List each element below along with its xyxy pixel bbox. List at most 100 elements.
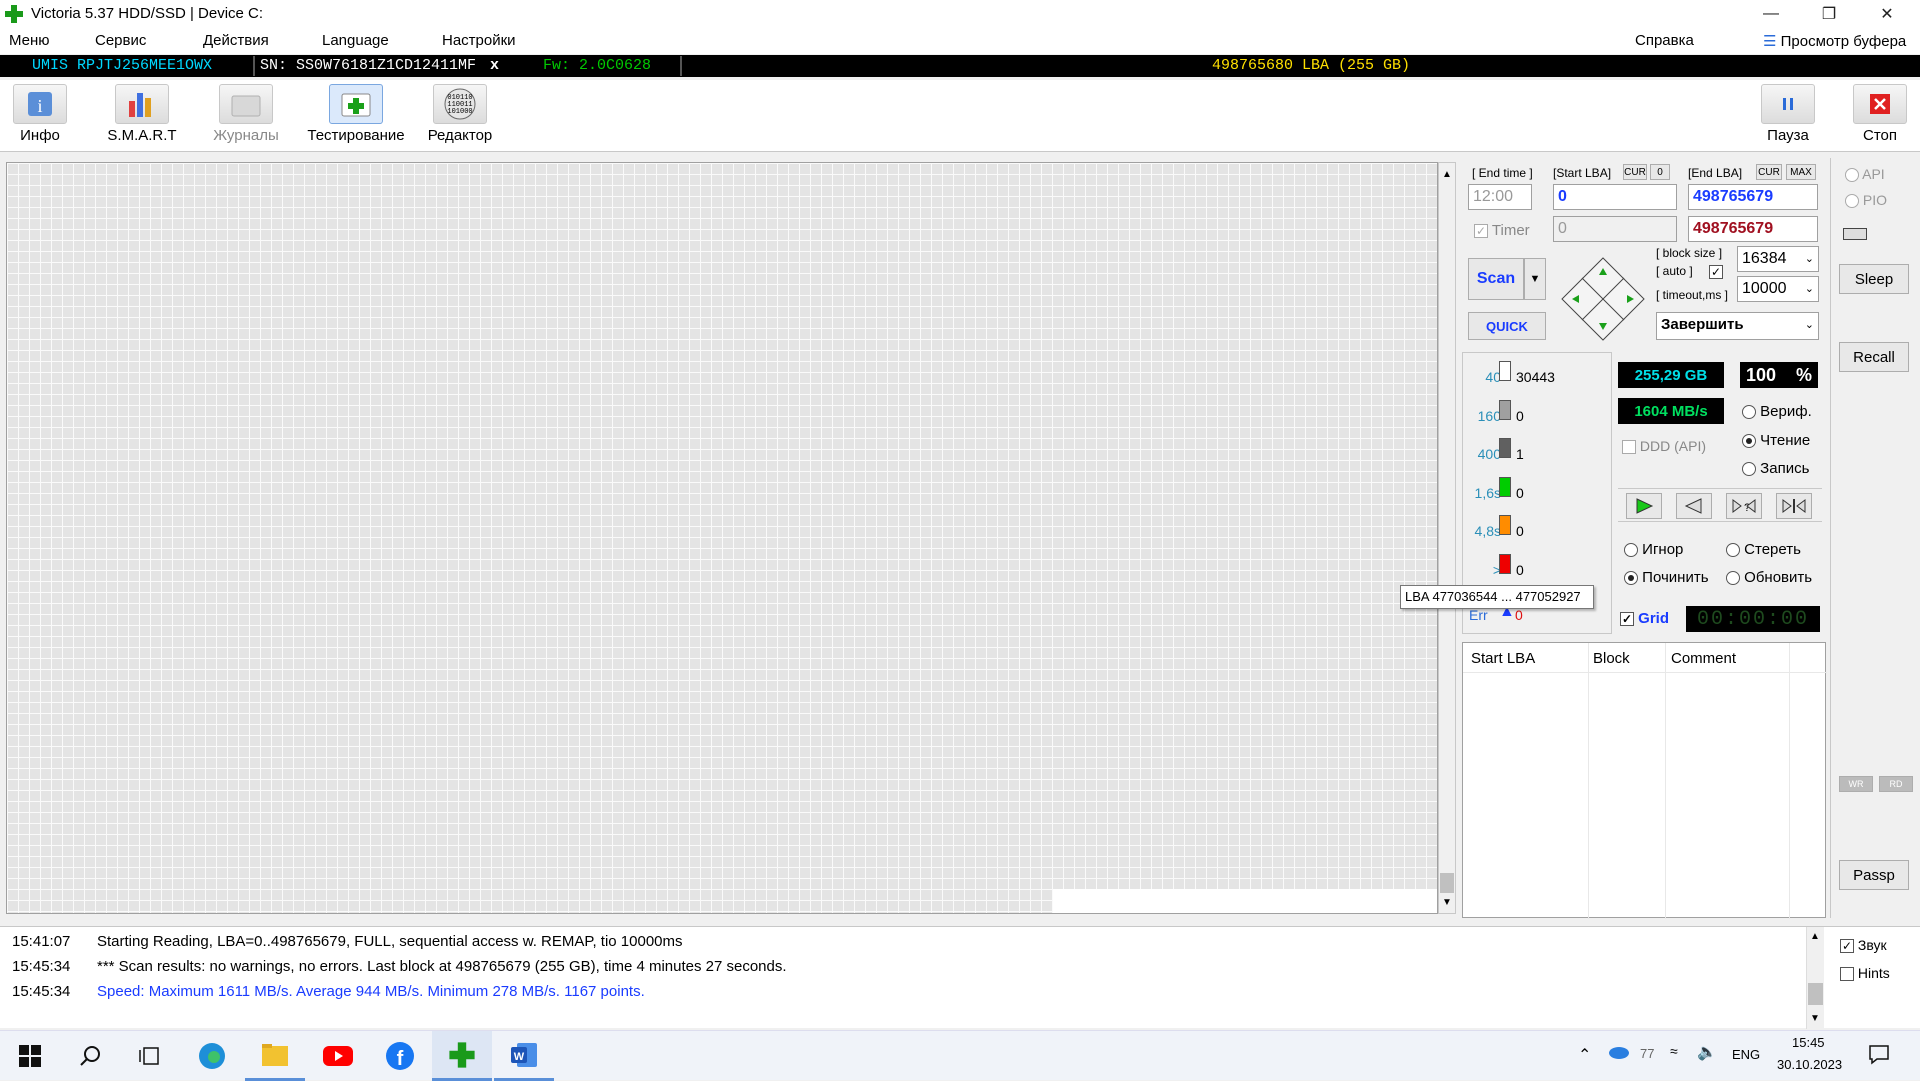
end-lba-cur-button[interactable]: CUR bbox=[1756, 164, 1782, 180]
minimize-button[interactable]: — bbox=[1742, 0, 1800, 28]
info-icon: i bbox=[13, 84, 67, 124]
smart-chart-icon bbox=[115, 84, 169, 124]
col-comment[interactable]: Comment bbox=[1671, 650, 1736, 667]
medical-kit-icon bbox=[329, 84, 383, 124]
tool-journals-button[interactable]: Журналы bbox=[198, 84, 294, 150]
end-lba-max-button[interactable]: MAX bbox=[1786, 164, 1816, 180]
auto-block-checkbox[interactable]: ✓ bbox=[1709, 265, 1723, 279]
volume-icon[interactable]: 🔈 bbox=[1697, 1042, 1717, 1062]
ddd-api-checkbox[interactable]: DDD (API) bbox=[1622, 438, 1706, 455]
scan-grid[interactable] bbox=[6, 162, 1438, 914]
device-close-button[interactable]: x bbox=[490, 57, 499, 74]
latency-count: 0 bbox=[1516, 561, 1524, 578]
edge-button[interactable] bbox=[182, 1031, 242, 1081]
scan-button[interactable]: Scan bbox=[1468, 258, 1524, 300]
menu-item-settings[interactable]: Настройки bbox=[442, 32, 516, 49]
input-language[interactable]: ENG bbox=[1732, 1047, 1760, 1062]
scroll-down-icon[interactable]: ▼ bbox=[1442, 897, 1452, 908]
clock-date[interactable]: 30.10.2023 bbox=[1777, 1057, 1842, 1072]
start-lba-cur-button[interactable]: CUR bbox=[1623, 164, 1647, 180]
api-radio[interactable]: API bbox=[1845, 166, 1885, 183]
task-view-button[interactable] bbox=[120, 1031, 180, 1081]
end-time-input[interactable]: 12:00 bbox=[1468, 184, 1532, 210]
word-button[interactable]: W bbox=[494, 1031, 554, 1081]
scan-dropdown-button[interactable]: ▼ bbox=[1524, 258, 1546, 300]
tool-smart-button[interactable]: S.M.A.R.T bbox=[94, 84, 190, 150]
tool-smart-label: S.M.A.R.T bbox=[107, 127, 177, 144]
passp-button[interactable]: Passp bbox=[1839, 860, 1909, 890]
clock-time[interactable]: 15:45 bbox=[1792, 1035, 1825, 1050]
latency-bar bbox=[1499, 476, 1511, 497]
pio-radio[interactable]: PIO bbox=[1845, 192, 1887, 209]
direction-pad-icon[interactable] bbox=[1560, 256, 1646, 342]
mode-verify-radio[interactable]: Вериф. bbox=[1742, 403, 1812, 420]
start-lba-zero-button[interactable]: 0 bbox=[1650, 164, 1670, 180]
wifi-icon[interactable]: ≈ bbox=[1670, 1043, 1678, 1059]
start-button[interactable] bbox=[0, 1031, 60, 1081]
log-scrollbar[interactable]: ▲ ▼ bbox=[1806, 927, 1824, 1029]
sleep-button[interactable]: Sleep bbox=[1839, 264, 1909, 294]
stop-button[interactable]: Стоп bbox=[1832, 84, 1920, 150]
menu-item-language[interactable]: Language bbox=[322, 32, 389, 49]
scroll-up-icon[interactable]: ▲ bbox=[1442, 169, 1452, 180]
quick-button[interactable]: QUICK bbox=[1468, 312, 1546, 340]
tool-info-button[interactable]: i Инфо bbox=[0, 84, 88, 150]
weather-temp[interactable]: 77 bbox=[1640, 1046, 1654, 1061]
action-erase-radio[interactable]: Стереть bbox=[1726, 541, 1801, 558]
search-button[interactable] bbox=[60, 1031, 120, 1081]
col-block[interactable]: Block bbox=[1593, 650, 1630, 667]
api-label: API bbox=[1862, 166, 1885, 182]
device-model[interactable]: UMIS RPJTJ256MEE1OWX bbox=[32, 57, 212, 74]
defect-table[interactable]: Start LBA Block Comment bbox=[1462, 642, 1827, 919]
butterfly-button[interactable] bbox=[1776, 493, 1812, 519]
device-serial: SN: SS0W76181Z1CD12411MF bbox=[260, 57, 477, 74]
scroll-thumb[interactable] bbox=[1808, 983, 1823, 1005]
grid-scrollbar[interactable]: ▲ ▼ bbox=[1438, 162, 1456, 914]
action-refresh-radio[interactable]: Обновить bbox=[1726, 569, 1812, 586]
play-forward-button[interactable] bbox=[1626, 493, 1662, 519]
mode-read-radio[interactable]: Чтение bbox=[1742, 432, 1810, 449]
grid-checkbox[interactable]: ✓ Grid bbox=[1620, 610, 1669, 627]
log-time: 15:41:07 bbox=[12, 933, 71, 950]
restore-button[interactable]: ❐ bbox=[1800, 0, 1858, 28]
action-ignore-radio[interactable]: Игнор bbox=[1624, 541, 1683, 558]
finish-action-select[interactable]: Завершить ⌄ bbox=[1656, 312, 1819, 340]
end-lba-input[interactable]: 498765679 bbox=[1688, 184, 1818, 210]
tray-chevron-icon[interactable]: ⌃ bbox=[1578, 1045, 1591, 1065]
menu-item-service[interactable]: Сервис bbox=[95, 32, 146, 49]
action-repair-radio[interactable]: Починить bbox=[1624, 569, 1709, 586]
pause-button[interactable]: Пауза bbox=[1740, 84, 1836, 150]
tool-testing-button[interactable]: Тестирование bbox=[307, 84, 405, 150]
folder-icon bbox=[262, 1043, 288, 1066]
menu-item-menu[interactable]: Меню bbox=[9, 32, 50, 49]
close-button[interactable]: ✕ bbox=[1858, 0, 1916, 28]
timer-checkbox[interactable]: ✓ Timer bbox=[1474, 222, 1530, 239]
onedrive-icon[interactable] bbox=[1607, 1043, 1629, 1063]
start-lba-input[interactable]: 0 bbox=[1553, 184, 1677, 210]
menu-item-help[interactable]: Справка bbox=[1635, 32, 1694, 49]
facebook-button[interactable]: f bbox=[370, 1031, 430, 1081]
block-size-select[interactable]: 16384 ⌄ bbox=[1737, 246, 1819, 272]
recall-button[interactable]: Recall bbox=[1839, 342, 1909, 372]
scroll-down-icon[interactable]: ▼ bbox=[1810, 1013, 1820, 1024]
victoria-taskbar-button[interactable] bbox=[432, 1031, 492, 1081]
view-buffer-button[interactable]: ☰ Просмотр буфера bbox=[1763, 32, 1906, 50]
random-seek-button[interactable]: ? bbox=[1726, 493, 1762, 519]
play-backward-button[interactable] bbox=[1676, 493, 1712, 519]
window-title: Victoria 5.37 HDD/SSD | Device C: bbox=[31, 5, 264, 22]
notifications-icon[interactable] bbox=[1868, 1043, 1890, 1069]
hints-checkbox[interactable]: Hints bbox=[1840, 965, 1890, 982]
col-start-lba[interactable]: Start LBA bbox=[1471, 650, 1535, 667]
menu-item-actions[interactable]: Действия bbox=[203, 32, 269, 49]
sound-checkbox[interactable]: ✓ Звук bbox=[1840, 937, 1887, 954]
file-explorer-button[interactable] bbox=[245, 1031, 305, 1081]
timeout-select[interactable]: 10000 ⌄ bbox=[1737, 276, 1819, 302]
event-log[interactable]: 15:41:07 Starting Reading, LBA=0..4987656… bbox=[0, 926, 1920, 1029]
mode-write-radio[interactable]: Запись bbox=[1742, 460, 1809, 477]
scroll-thumb[interactable] bbox=[1440, 873, 1454, 893]
latency-count: 0 bbox=[1516, 407, 1524, 424]
youtube-button[interactable] bbox=[308, 1031, 368, 1081]
tool-editor-button[interactable]: 010110 110011 101000 Редактор bbox=[412, 84, 508, 150]
victoria-logo-icon bbox=[449, 1041, 475, 1068]
scroll-up-icon[interactable]: ▲ bbox=[1810, 931, 1820, 942]
